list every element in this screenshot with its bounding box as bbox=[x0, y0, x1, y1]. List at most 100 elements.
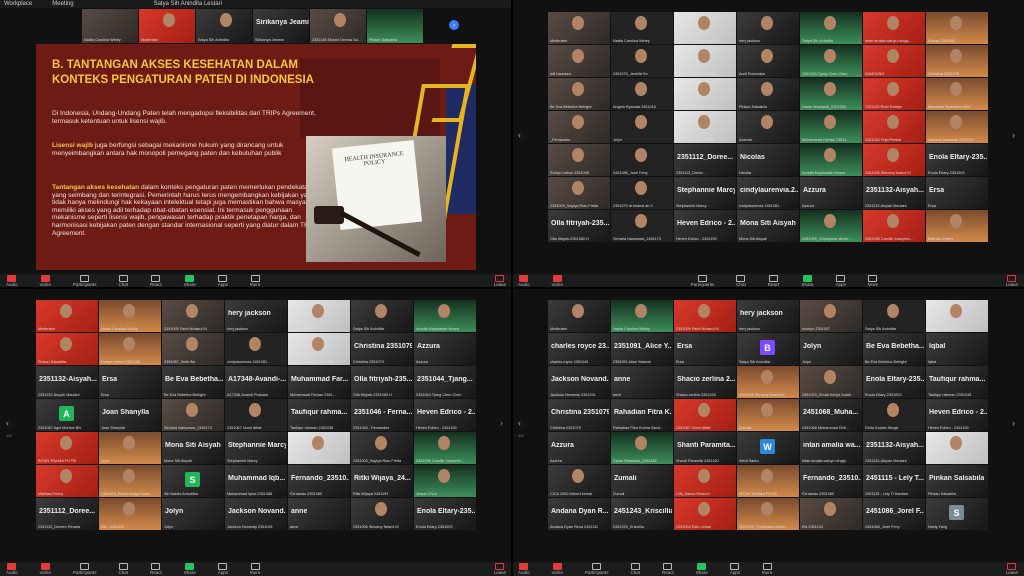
participant-tile[interactable]: 2351091_Alice Y... 2351091 Alice Yolanda bbox=[611, 333, 673, 365]
participant-tile[interactable]: Dhifa Sopian Ningsi bbox=[863, 399, 925, 431]
participant-tile[interactable]: 2351132-Aisyah... 2351132-Aisyah Maulani bbox=[863, 177, 925, 209]
participants-button[interactable]: Participants bbox=[73, 562, 96, 576]
apps-button[interactable]: Apps bbox=[218, 562, 228, 576]
participant-tile[interactable]: Zumali Zumali bbox=[611, 465, 673, 497]
participant-tile[interactable]: 2351132-Aisyah... 2351132-Aisyah Maulani bbox=[36, 366, 98, 398]
participant-tile[interactable]: 2351070 dr.intanal ab C bbox=[611, 177, 673, 209]
next-page-arrow[interactable]: › bbox=[1012, 418, 1018, 428]
participant-tile[interactable]: S Nesly Yang bbox=[926, 498, 988, 530]
participant-tile[interactable]: Pinkan Salsabila bbox=[367, 9, 423, 43]
participant-tile[interactable]: Satya Sih Anindita bbox=[196, 9, 252, 43]
participant-tile[interactable]: Mona Siti Aisyah Mona Siti Aisyah bbox=[737, 210, 799, 242]
leave-button[interactable]: Leave bbox=[494, 562, 506, 576]
participant-tile[interactable]: Satya Sih Anindita bbox=[863, 300, 925, 332]
participant-tile[interactable]: Angela Ryanata 2451016 bbox=[611, 78, 673, 110]
participant-tile[interactable]: Fernando_23510... Fernando 2351065 bbox=[288, 465, 350, 497]
leave-button[interactable]: Leave bbox=[494, 274, 506, 288]
participant-tile[interactable]: 2351087_Nola Wa bbox=[162, 333, 224, 365]
participant-tile[interactable]: 2351112_Doree... 2351112_Doree... bbox=[674, 144, 736, 176]
participant-tile[interactable]: 2351009_Saytya Riau Freita bbox=[351, 432, 413, 464]
more-button[interactable]: More bbox=[762, 562, 772, 576]
participant-tile[interactable]: cindylaurenvia.2... cindylaurenvia 245108… bbox=[737, 177, 799, 209]
participant-tile[interactable]: Be Eva Bebetha... Be Eva Bebetha Betright bbox=[863, 333, 925, 365]
participant-tile[interactable]: intan amalia wahyu ningty... bbox=[863, 12, 925, 44]
participant-tile[interactable]: 2451075_Jenelle Ko bbox=[611, 45, 673, 77]
chat-button[interactable]: Chat bbox=[630, 562, 640, 576]
leave-button[interactable]: Leave bbox=[1006, 562, 1018, 576]
audio-button[interactable]: Audio bbox=[6, 562, 18, 576]
participant-tile[interactable]: 2351112_Doree... 2351112_Doreen Renata bbox=[36, 498, 98, 530]
participant-tile[interactable]: A17348-Avandi-... A17348-Avandi Prakasa bbox=[225, 366, 287, 398]
participant-tile[interactable]: Enola Eltary-235... Enola Eltary-2351003 bbox=[414, 498, 476, 530]
participant-tile[interactable]: Pinkan Salsabila bbox=[36, 333, 98, 365]
participants-button[interactable]: Participants bbox=[73, 274, 96, 288]
participant-tile[interactable]: Moderator bbox=[36, 300, 98, 332]
participant-tile[interactable]: Diane Sharlandi_2451158 bbox=[611, 432, 673, 464]
participant-tile[interactable]: Diane Sharlandi_2451158 bbox=[800, 78, 862, 110]
participant-tile[interactable]: Moderator bbox=[139, 9, 195, 43]
participant-tile[interactable]: _Fernandes bbox=[548, 111, 610, 143]
participant-tile[interactable]: Azzura Azzura bbox=[800, 177, 862, 209]
participant-tile[interactable]: Avanda bbox=[926, 432, 988, 464]
participant-tile[interactable]: 2351128 Shazin Dezina Sa... bbox=[310, 9, 366, 43]
audio-button[interactable]: Audio bbox=[6, 274, 18, 288]
participant-tile[interactable]: Heven Edrico - 2... Heven Edrico - 245115… bbox=[674, 210, 736, 242]
participant-tile[interactable]: Seharia Nariswara_2451173 bbox=[162, 399, 224, 431]
video-button[interactable]: Video bbox=[552, 562, 563, 576]
participant-tile[interactable]: SAMSUNG bbox=[863, 45, 925, 77]
chat-button[interactable]: Chat bbox=[118, 274, 128, 288]
participant-tile[interactable]: Muhammad Iqb... Muhammad Iqbal 2351068 bbox=[225, 465, 287, 497]
participant-tile[interactable]: 2351096 Stevany Nasmi M bbox=[737, 366, 799, 398]
participant-tile[interactable]: Fernando_23510... Fernando 2351065 bbox=[800, 465, 862, 497]
participant-tile[interactable]: hery jackson hery jackson bbox=[737, 300, 799, 332]
participant-tile[interactable]: Be Eva Bebetha... Be Eva Bebetha Betright bbox=[162, 366, 224, 398]
participant-tile[interactable]: rizurlyo 2351057 bbox=[288, 300, 350, 332]
participant-tile[interactable]: Taufiqur rahma... Taufiqur rahman 2351038 bbox=[288, 399, 350, 431]
participant-tile[interactable]: 2351046 - Ferna... 2351046 - Fernandes bbox=[351, 399, 413, 431]
more-button[interactable]: More bbox=[868, 274, 878, 288]
participant-tile[interactable]: 2451034 Tejal Pertiwi bbox=[863, 111, 925, 143]
participant-tile[interactable]: Shanti Paramita... Shanti Paramita 245116… bbox=[674, 432, 736, 464]
react-button[interactable]: React bbox=[150, 562, 162, 576]
participant-tile[interactable]: Evelyn 2351058 bbox=[926, 300, 988, 332]
participant-tile[interactable]: 2351067_Nurul Hanifah bbox=[674, 45, 736, 77]
next-page-arrow[interactable]: › bbox=[500, 418, 506, 428]
participant-tile[interactable]: Seharia Nariswara_2451173 bbox=[611, 210, 673, 242]
next-page-button[interactable]: › bbox=[449, 20, 459, 30]
participant-tile[interactable]: Christina 2351079 bbox=[926, 45, 988, 77]
participant-tile[interactable]: Ela - 2351133 bbox=[99, 498, 161, 530]
participant-tile[interactable]: rizurlyo 2351057 bbox=[800, 300, 862, 332]
participant-tile[interactable]: anne anne bbox=[611, 366, 673, 398]
participant-tile[interactable]: Heven Edrico - 2... Heven Edrico - 245115… bbox=[414, 399, 476, 431]
participant-tile[interactable]: 2351064 Tjang Chen Chen bbox=[800, 45, 862, 77]
video-button[interactable]: Video bbox=[40, 274, 51, 288]
participant-tile[interactable]: Moderator bbox=[548, 300, 610, 332]
participant-tile[interactable]: 2351067 Nurul Afifah bbox=[674, 399, 736, 431]
participant-tile[interactable]: Shacio zerlina 2... Shacio zerlina 235102… bbox=[674, 366, 736, 398]
participant-tile[interactable]: Els 2351133 bbox=[800, 498, 862, 530]
participant-tile[interactable]: Jolyn bbox=[99, 432, 161, 464]
participant-tile[interactable]: Azzura Azzura bbox=[414, 333, 476, 365]
chat-button[interactable]: Chat bbox=[736, 274, 746, 288]
prev-page-arrow[interactable]: ‹ bbox=[518, 418, 524, 428]
participant-tile[interactable]: Pinkan Salsabila bbox=[737, 78, 799, 110]
participant-tile[interactable]: Diane Sharlandi_2451158 bbox=[288, 333, 350, 365]
participant-tile[interactable]: will haunsen bbox=[548, 45, 610, 77]
participant-tile[interactable]: Maharani Syarifatun Ibtis bbox=[926, 78, 988, 110]
audio-button[interactable]: Audio bbox=[518, 274, 530, 288]
participant-tile[interactable]: Evelyn Lebon 2351058 bbox=[548, 144, 610, 176]
react-button[interactable]: React bbox=[150, 274, 162, 288]
participant-tile[interactable]: Mona Siti Aisyah Mona Siti Aisyah bbox=[162, 432, 224, 464]
participant-tile[interactable]: Ersa Ersa bbox=[674, 333, 736, 365]
participant-tile[interactable]: Stephannie Marcy Stephannie Marcy bbox=[674, 177, 736, 209]
apps-button[interactable]: Apps bbox=[835, 274, 846, 288]
participant-tile[interactable]: 2451098 Camille Josephin... bbox=[863, 210, 925, 242]
participant-tile[interactable]: 2351096 Stevany Nasmi M bbox=[863, 144, 925, 176]
participant-tile[interactable]: Olla fitriyah-235... Olla fitriyah-235108… bbox=[351, 366, 413, 398]
participant-tile[interactable]: Mathias Emery bbox=[36, 465, 98, 497]
participant-tile[interactable]: Jessin Chou bbox=[414, 465, 476, 497]
audio-button[interactable]: Audio bbox=[518, 562, 530, 576]
participant-tile[interactable]: 2451068_Muha... 2451068 Muhammad Dhif... bbox=[800, 399, 862, 431]
participant-tile[interactable]: CICA 1000 Debert kemal bbox=[548, 465, 610, 497]
share-button[interactable]: Share bbox=[696, 562, 708, 576]
